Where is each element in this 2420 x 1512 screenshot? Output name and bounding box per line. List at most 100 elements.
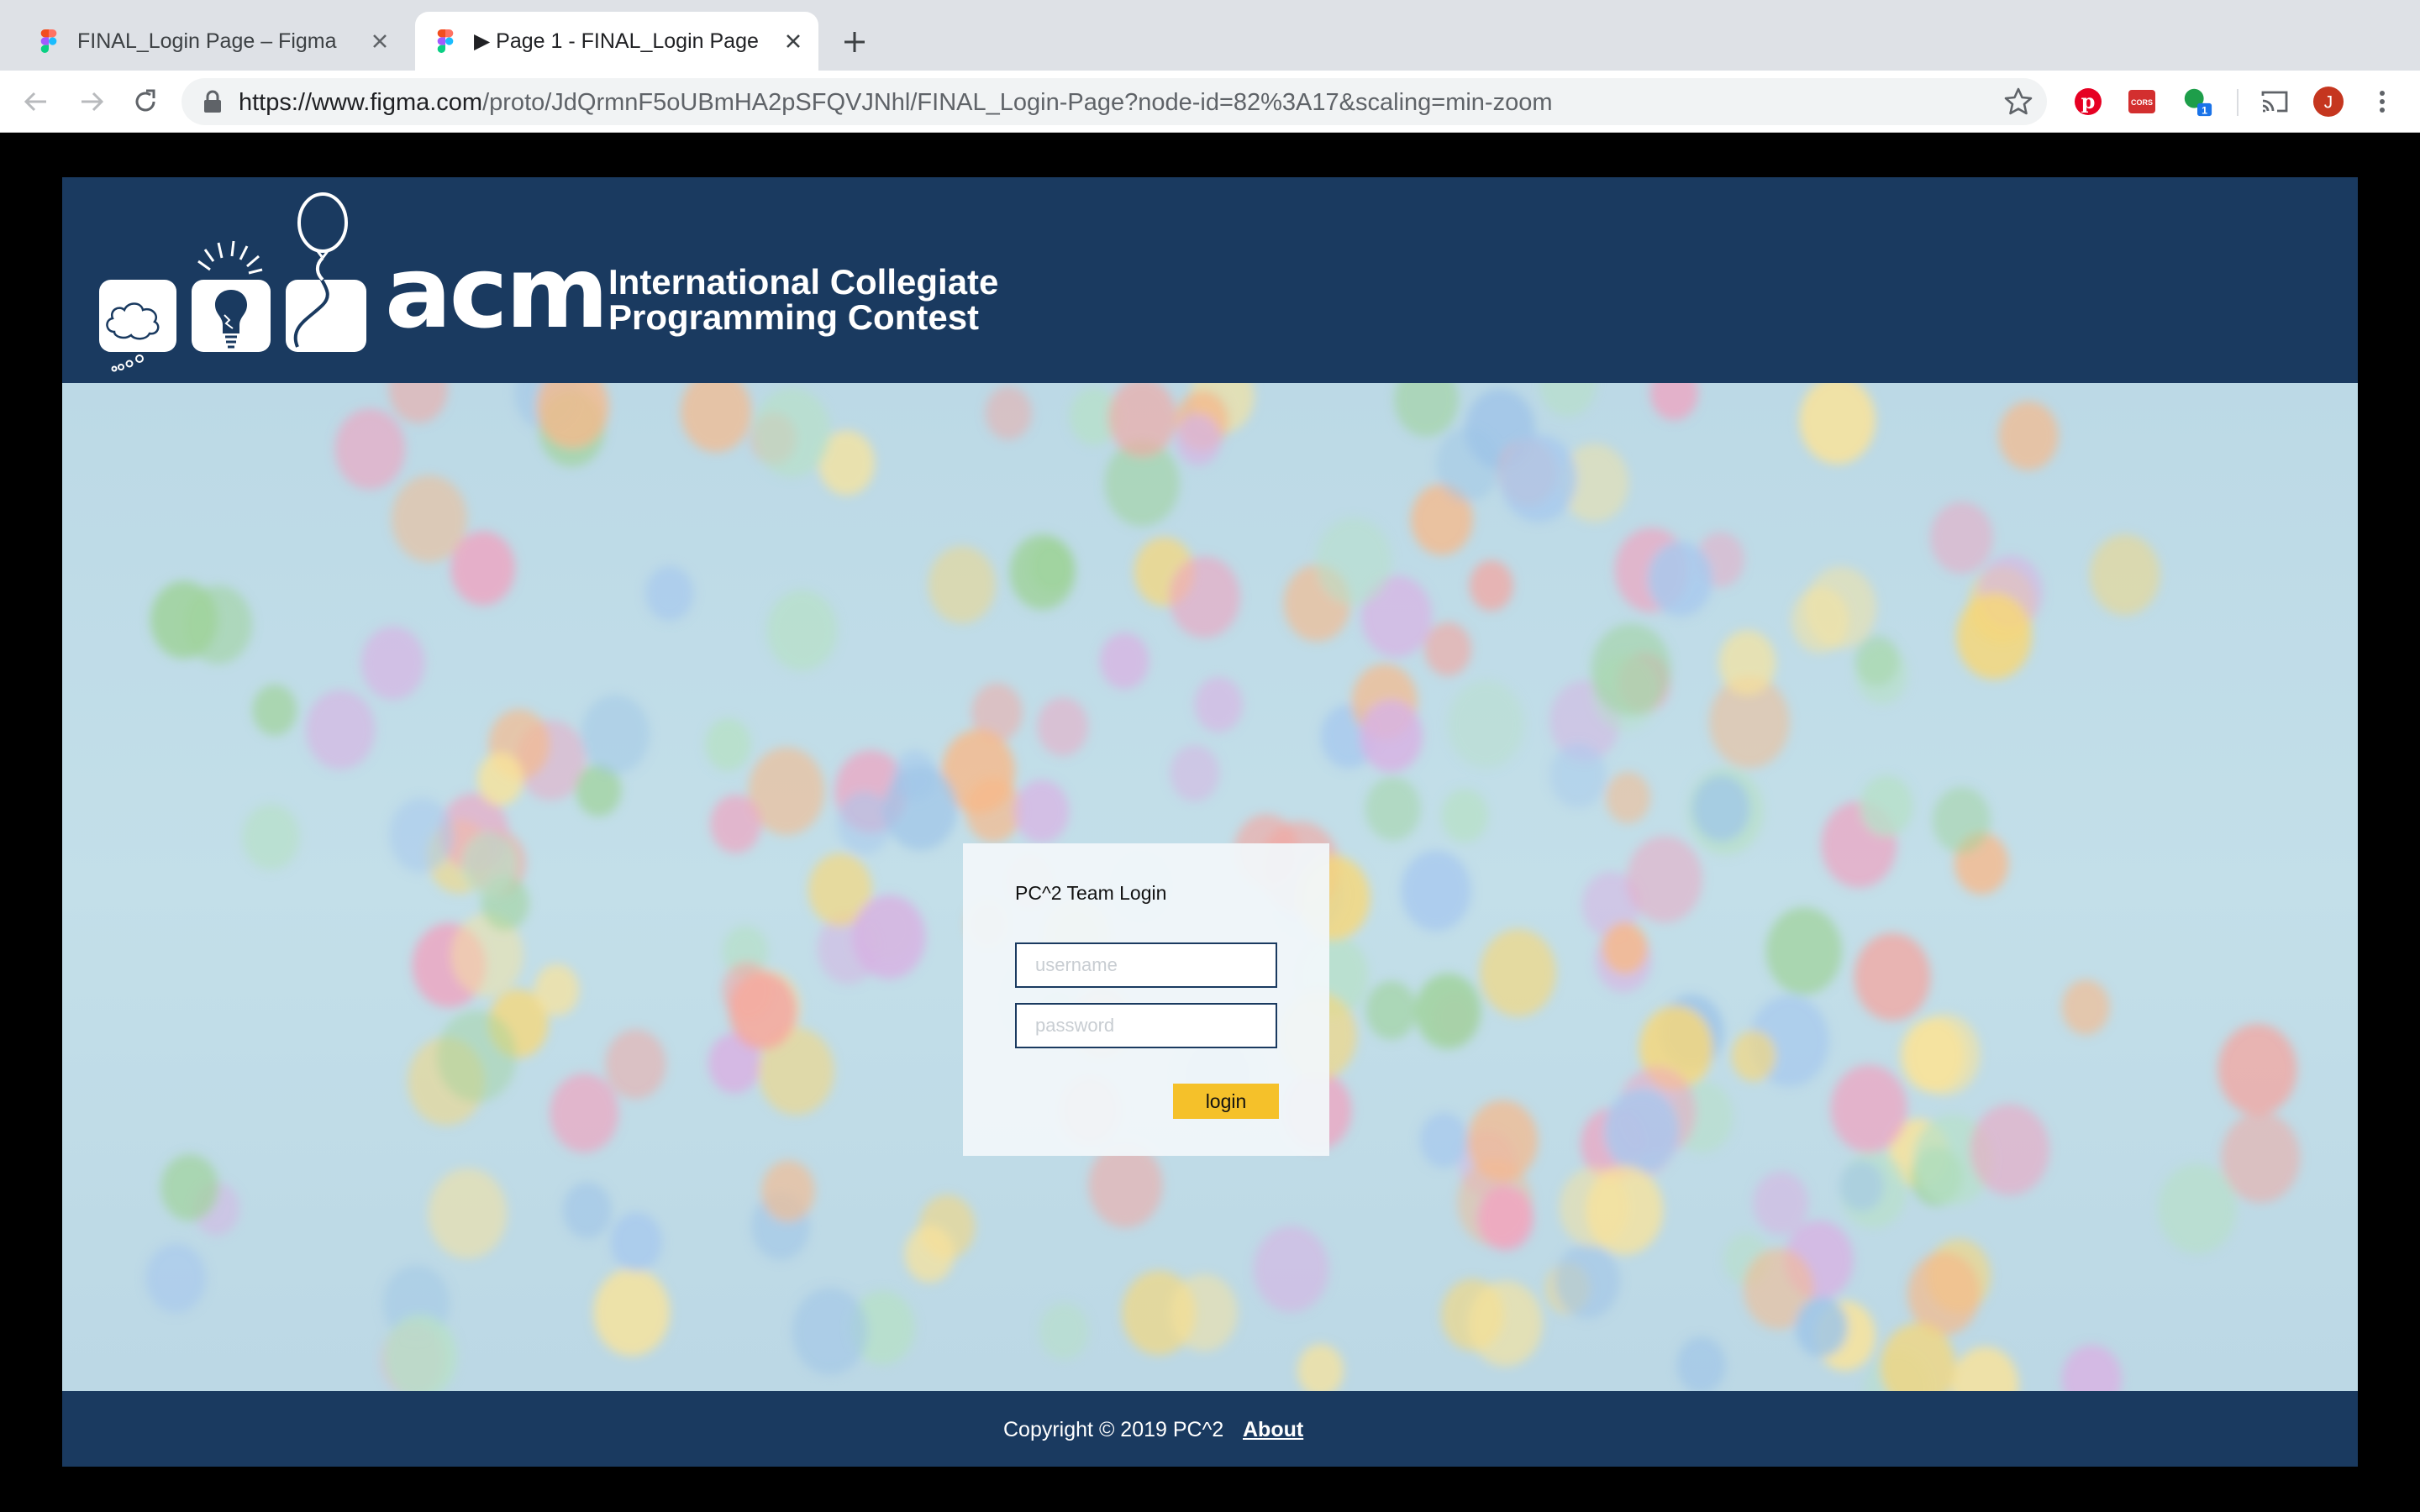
balloon-shape (1549, 743, 1607, 808)
browser-tab-page1[interactable]: ▶ Page 1 - FINAL_Login Page (415, 12, 818, 71)
balloon-shape (1795, 1296, 1848, 1357)
balloon-shape (729, 971, 797, 1050)
url-host: https://www.figma.com (239, 89, 483, 116)
balloon-shape (1604, 1088, 1679, 1174)
balloon-shape (1765, 907, 1843, 995)
forward-button[interactable] (72, 82, 111, 121)
balloon-shape (150, 580, 218, 659)
site-footer: Copyright © 2019 PC^2 About (62, 1391, 2358, 1467)
balloon-shape (1365, 776, 1421, 841)
plus-icon (844, 32, 865, 52)
login-card: PC^2 Team Login login (963, 843, 1329, 1156)
login-title: PC^2 Team Login (1015, 882, 1167, 904)
cors-icon[interactable]: CORS (2126, 86, 2158, 118)
balloon-shape (562, 1182, 612, 1239)
site-header: acm International Collegiate Programming… (62, 177, 2358, 383)
balloon-shape (1315, 517, 1392, 606)
cast-icon[interactable] (2259, 86, 2291, 118)
pinterest-icon[interactable]: p (2072, 86, 2104, 118)
balloon-shape (705, 718, 751, 771)
extension-badge: 1 (2202, 104, 2207, 116)
balloon-shape (391, 475, 467, 563)
balloon-shape (1424, 622, 1472, 676)
balloon-shape (681, 383, 752, 453)
balloon-shape (1360, 700, 1423, 773)
balloon-shape (1649, 383, 1698, 421)
balloon-shape (1692, 775, 1750, 842)
balloon-shape (252, 685, 297, 736)
balloon-shape (388, 383, 448, 423)
balloon-shape (145, 1243, 207, 1314)
svg-text:p: p (2081, 89, 2096, 113)
figma-prototype-frame: acm International Collegiate Programming… (62, 177, 2358, 1467)
reload-icon (135, 89, 155, 112)
profile-avatar[interactable]: J (2312, 86, 2344, 118)
balloon-shape (1591, 623, 1671, 717)
balloon-shape (605, 1029, 666, 1100)
balloon-shape (1176, 413, 1222, 466)
balloon-shape (461, 832, 518, 897)
profile-initial: J (2324, 93, 2333, 113)
balloon-shape (753, 387, 831, 478)
username-input[interactable] (1015, 942, 1277, 988)
url-text[interactable]: https://www.figma.com/proto/JdQrmnF5oUBm… (239, 89, 1553, 117)
balloon-shape (761, 1160, 815, 1222)
tab-title: ▶ Page 1 - FINAL_Login Page (474, 29, 759, 53)
balloon-shape (550, 1073, 619, 1153)
back-button[interactable] (17, 82, 55, 121)
balloon-shape (1194, 676, 1243, 732)
balloon-shape (1731, 1030, 1776, 1082)
cors-label: CORS (2131, 98, 2153, 107)
balloon-shape (1676, 1336, 1726, 1391)
balloon-shape (2217, 1023, 2297, 1116)
balloon-shape (2221, 1112, 2301, 1203)
reload-button[interactable] (126, 82, 165, 121)
close-tab-icon[interactable] (363, 24, 397, 58)
menu-icon[interactable] (2366, 86, 2398, 118)
balloon-shape (904, 1225, 955, 1283)
balloon-shape (160, 1154, 219, 1221)
balloon-shape (1951, 1347, 2019, 1391)
browser-tab-bar: FINAL_Login Page – Figma ▶ Page 1 - FINA… (0, 0, 2420, 71)
balloon-shape (1394, 383, 1459, 437)
balloon-shape (242, 804, 300, 870)
browser-tab-figma[interactable]: FINAL_Login Page – Figma (18, 12, 405, 71)
password-input[interactable] (1015, 1003, 1277, 1048)
browser-toolbar: https://www.figma.com/proto/JdQrmnF5oUBm… (0, 71, 2420, 133)
new-tab-button[interactable] (836, 24, 873, 60)
about-link[interactable]: About (1243, 1418, 1303, 1442)
close-tab-icon[interactable] (776, 24, 810, 58)
arrow-right-icon (82, 92, 104, 112)
balloon-shape (2061, 979, 2110, 1035)
balloon-shape (610, 1212, 663, 1272)
balloon-shape (1930, 501, 1993, 574)
balloon-shape (1447, 680, 1524, 769)
balloon-shape (1419, 1112, 1469, 1168)
login-button[interactable]: login (1173, 1084, 1279, 1119)
balloon-background-image: PC^2 Team Login login (62, 383, 2358, 1391)
balloon-shape (1753, 1171, 1809, 1236)
balloon-shape (1170, 1273, 1238, 1352)
balloon-shape (1970, 1104, 2050, 1196)
balloon-shape (1400, 850, 1471, 932)
balloon-shape (1253, 1226, 1329, 1313)
balloon-shape (1539, 383, 1597, 417)
arrow-left-icon (24, 92, 46, 112)
balloon-shape (1854, 635, 1899, 686)
balloon-shape (1559, 1167, 1629, 1247)
balloon-shape (1467, 1100, 1539, 1182)
address-bar[interactable]: https://www.figma.com/proto/JdQrmnF5oUBm… (182, 78, 2047, 125)
balloon-shape (1933, 787, 1991, 854)
balloon-shape (581, 694, 650, 774)
balloon-shape (334, 408, 406, 490)
tagline-line-2: Programming Contest (608, 297, 980, 337)
balloon-shape (1998, 401, 2059, 470)
balloon-shape (1030, 540, 1075, 592)
balloon-shape (1647, 541, 1713, 617)
status-dot-icon[interactable]: 1 (2181, 86, 2213, 118)
bookmark-star-icon[interactable] (2003, 87, 2033, 117)
balloon-shape (436, 1010, 517, 1103)
balloon-shape (1039, 1303, 1089, 1360)
balloon-shape (792, 1288, 868, 1375)
balloon-shape (985, 386, 1033, 440)
